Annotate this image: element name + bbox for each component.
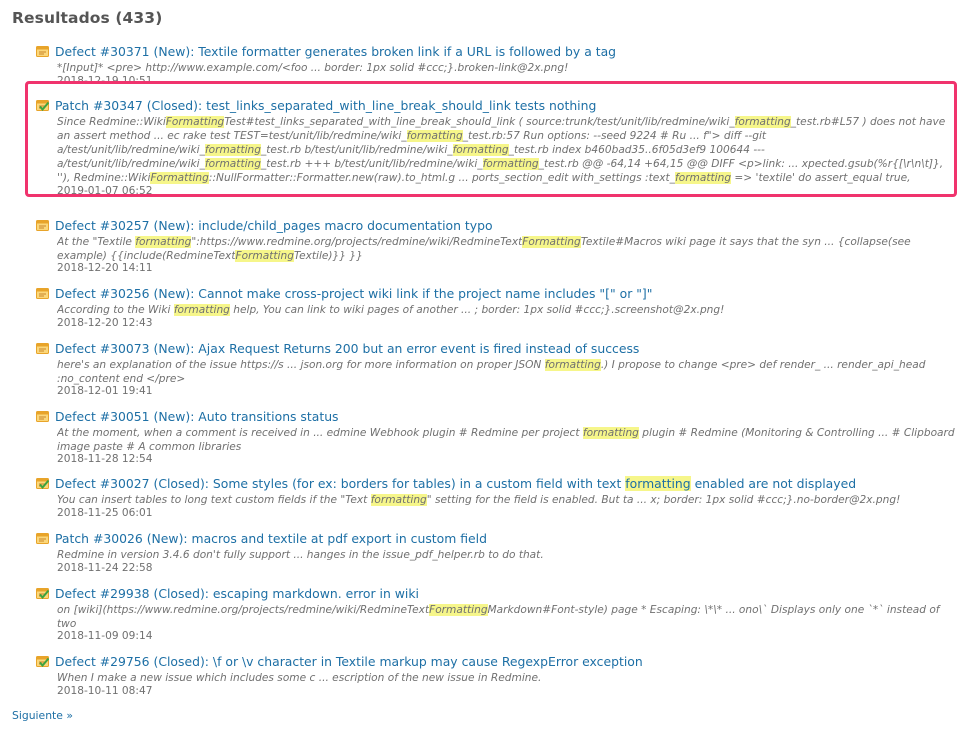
issue-icon <box>36 288 49 299</box>
issue-icon <box>36 411 49 422</box>
result-description: *[Input]* <pre> http://www.example.com/<… <box>57 62 569 74</box>
issue-closed-icon <box>36 478 49 489</box>
issue-icon <box>36 46 49 57</box>
result-description: At the "Textile formatting":https://www.… <box>57 236 911 262</box>
result-title-link[interactable]: Defect #30257 (New): include/child_pages… <box>55 217 493 234</box>
issue-icon <box>36 220 49 231</box>
result-description: Redmine in version 3.4.6 don't fully sup… <box>57 549 544 561</box>
result-date: 2018-11-28 12:54 <box>57 453 153 465</box>
result-title-link[interactable]: Defect #30371 (New): Textile formatter g… <box>55 43 616 60</box>
issue-icon <box>36 343 49 354</box>
result-title-link[interactable]: Defect #29938 (Closed): escaping markdow… <box>55 585 419 602</box>
result-description: When I make a new issue which includes s… <box>57 672 542 684</box>
result-title-link[interactable]: Patch #30026 (New): macros and textile a… <box>55 530 487 547</box>
result-title-link[interactable]: Defect #30027 (Closed): Some styles (for… <box>55 475 856 492</box>
result-title-link[interactable]: Defect #30073 (New): Ajax Request Return… <box>55 340 639 357</box>
result-title-link[interactable]: Defect #30256 (New): Cannot make cross-p… <box>55 285 652 302</box>
search-results-page: Resultados (433) Defect #30371 (New): Te… <box>0 0 965 732</box>
result-description: At the moment, when a comment is receive… <box>57 427 955 453</box>
issue-closed-icon <box>36 656 49 667</box>
issue-closed-icon <box>36 588 49 599</box>
result-title-link[interactable]: Patch #30347 (Closed): test_links_separa… <box>55 97 596 114</box>
result-date: 2018-12-20 14:11 <box>57 262 153 274</box>
next-page-link[interactable]: Siguiente » <box>12 709 73 722</box>
result-date: 2018-12-20 12:43 <box>57 317 153 329</box>
result-date: 2018-11-09 09:14 <box>57 630 153 642</box>
result-date: 2018-12-19 10:51 <box>57 75 153 87</box>
results-list: Defect #30371 (New): Textile formatter g… <box>0 0 965 732</box>
result-date: 2019-01-07 06:52 <box>57 185 153 197</box>
result-description: You can insert tables to long text custo… <box>57 494 901 506</box>
result-title-link[interactable]: Defect #30051 (New): Auto transitions st… <box>55 408 339 425</box>
result-description: here's an explanation of the issue https… <box>57 359 926 385</box>
result-title-link[interactable]: Defect #29756 (Closed): \f or \v charact… <box>55 653 643 670</box>
result-date: 2018-10-11 08:47 <box>57 685 153 697</box>
issue-icon <box>36 533 49 544</box>
result-date: 2018-11-24 22:58 <box>57 562 153 574</box>
result-description: Since Redmine::WikiFormattingTest#test_l… <box>57 115 957 185</box>
result-date: 2018-11-25 06:01 <box>57 507 153 519</box>
result-description: on [wiki](https://www.redmine.org/projec… <box>57 604 940 630</box>
result-date: 2018-12-01 19:41 <box>57 385 153 397</box>
issue-closed-icon <box>36 100 49 111</box>
result-description: According to the Wiki formatting help, Y… <box>57 304 725 316</box>
